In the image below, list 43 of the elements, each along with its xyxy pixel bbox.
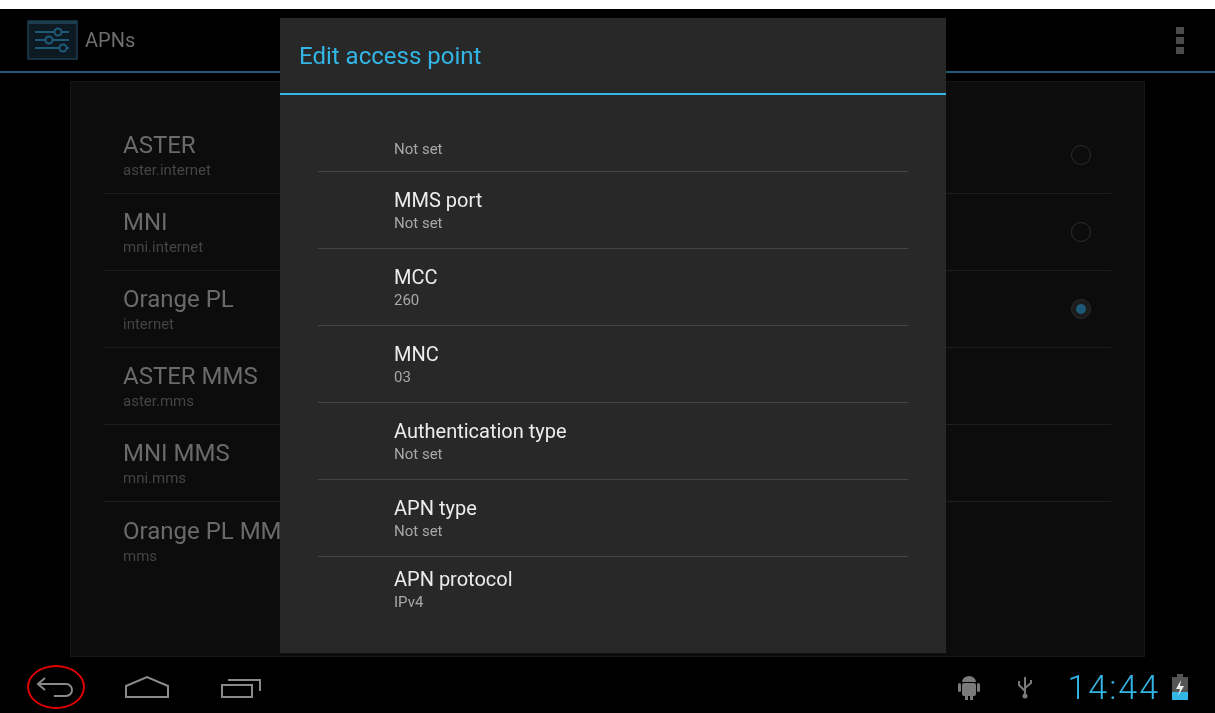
setting-row[interactable]: MNC 03 <box>318 326 908 403</box>
battery-charging-icon <box>1172 673 1188 700</box>
apn-address: mms <box>123 545 158 566</box>
dialog-title: Edit access point <box>299 40 482 72</box>
back-icon[interactable] <box>36 675 76 698</box>
setting-row[interactable]: MMS port Not set <box>318 172 908 249</box>
apn-name: Orange PL <box>123 284 234 314</box>
setting-value: Not set <box>394 139 443 159</box>
apn-address: aster.internet <box>123 160 211 180</box>
setting-label: MNC <box>394 341 439 367</box>
clock: 14:44 <box>1067 669 1160 704</box>
usb-icon <box>1017 674 1034 699</box>
setting-label: MCC <box>394 264 438 290</box>
android-debug-icon <box>957 673 982 700</box>
setting-value: 03 <box>394 367 411 387</box>
setting-label: MMS port <box>394 187 483 213</box>
screen-title: APNs <box>85 27 136 54</box>
setting-value: IPv4 <box>394 592 424 612</box>
overflow-menu-icon[interactable] <box>1176 26 1184 54</box>
setting-value: 260 <box>394 290 420 310</box>
setting-label: APN protocol <box>394 566 513 592</box>
setting-value: Not set <box>394 444 443 464</box>
apn-name: ASTER MMS <box>123 361 258 391</box>
setting-row[interactable]: APN type Not set <box>318 480 908 557</box>
setting-value: Not set <box>394 213 443 233</box>
radio-button[interactable] <box>1071 299 1091 319</box>
apn-address: mni.mms <box>123 468 187 488</box>
setting-label: Authentication type <box>394 418 567 444</box>
setting-row[interactable]: Authentication type Not set <box>318 403 908 480</box>
settings-sliders-icon <box>27 20 78 60</box>
setting-value: Not set <box>394 521 443 541</box>
setting-row[interactable]: APN protocol IPv4 <box>318 557 908 621</box>
apn-name: MNI MMS <box>123 438 230 468</box>
setting-row[interactable]: MCC 260 <box>318 249 908 326</box>
apn-name: Orange PL MM <box>123 515 282 546</box>
apn-address: internet <box>123 314 175 334</box>
apn-address: mni.internet <box>123 237 204 257</box>
apn-name: ASTER <box>123 130 196 160</box>
setting-label: APN type <box>394 495 477 521</box>
setting-row[interactable]: Not set <box>318 95 908 172</box>
apn-name: MNI <box>123 207 168 237</box>
home-icon[interactable] <box>124 674 170 699</box>
apn-address: aster.mms <box>123 391 194 411</box>
